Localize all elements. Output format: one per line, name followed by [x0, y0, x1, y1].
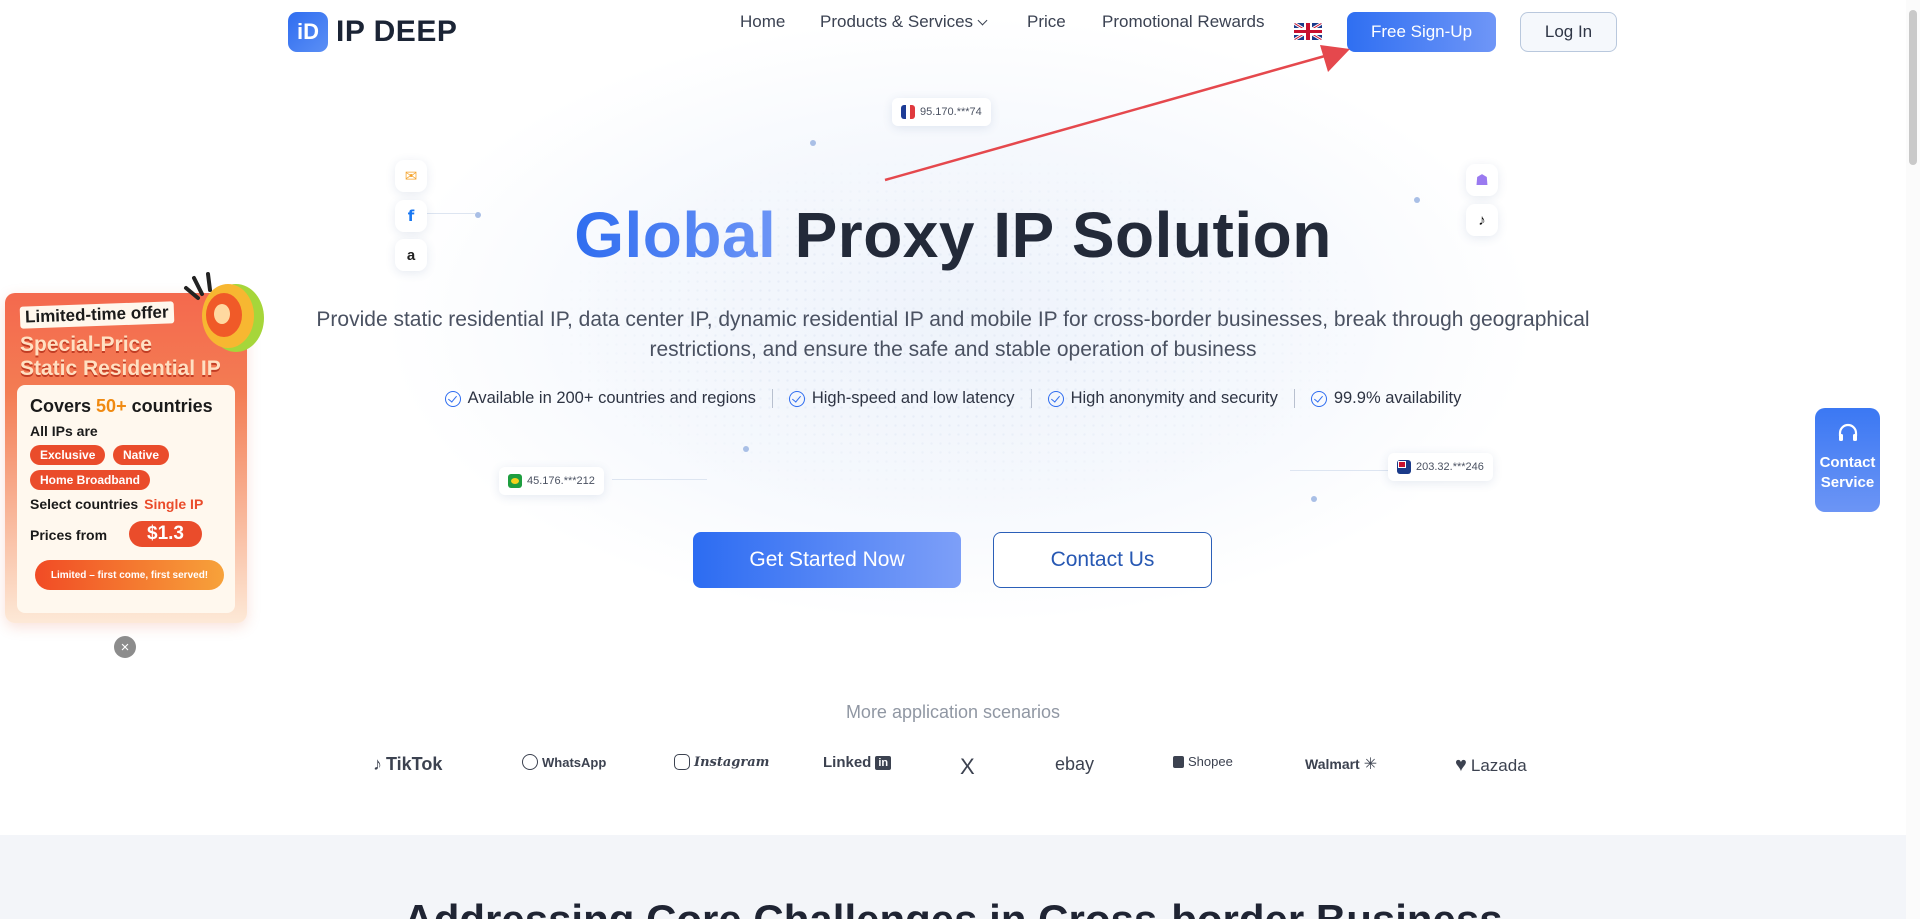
feature-label: High-speed and low latency — [811, 389, 1015, 407]
feature-label: 99.9% availability — [1333, 389, 1462, 407]
whatsapp-logo-icon — [522, 754, 538, 770]
instagram-logo-icon — [674, 754, 690, 770]
brand-tiktok[interactable]: ♪ TikTok — [373, 754, 442, 775]
feature-label: High anonymity and security — [1070, 389, 1278, 407]
headset-icon — [1838, 423, 1858, 441]
contact-us-button[interactable]: Contact Us — [993, 532, 1212, 588]
feature-item: High anonymity and security — [1030, 389, 1294, 408]
check-circle-icon — [444, 390, 461, 407]
chevron-down-icon — [977, 15, 988, 26]
brand-x[interactable]: X — [960, 754, 975, 780]
australia-flag-icon — [1397, 460, 1411, 474]
brand-strip-fade — [288, 745, 328, 785]
megaphone-icon — [184, 272, 264, 352]
promo-covers-prefix: Covers — [30, 396, 97, 416]
brand-label: WhatsApp — [542, 754, 607, 770]
map-dot — [743, 446, 749, 452]
promo-covers-suffix: countries — [126, 396, 213, 416]
login-button[interactable]: Log In — [1520, 12, 1617, 52]
ip-chip-france: 95.170.***74 — [892, 98, 991, 126]
challenges-title: Addressing Core Challenges in Cross-bord… — [0, 896, 1906, 919]
map-dot — [810, 140, 816, 146]
hero-title: Global Proxy IP Solution — [0, 198, 1906, 272]
feature-item: High-speed and low latency — [771, 389, 1031, 408]
linkedin-in-icon: in — [875, 755, 892, 770]
tiktok-logo-icon: ♪ — [373, 754, 382, 774]
promo-tag: Limited-time offer — [19, 301, 174, 329]
scrollbar-thumb[interactable] — [1909, 10, 1917, 165]
contact-service-label: Contact Service — [1815, 453, 1880, 493]
check-circle-icon — [1047, 390, 1064, 407]
promo-price: $1.3 — [129, 521, 202, 547]
hero-title-accent: Global — [574, 199, 777, 271]
feature-item: 99.9% availability — [1293, 389, 1478, 408]
check-circle-icon — [788, 390, 805, 407]
brand-whatsapp[interactable]: WhatsApp — [522, 754, 606, 770]
nav-products-label: Products & Services — [820, 12, 974, 31]
free-signup-button[interactable]: Free Sign-Up — [1347, 12, 1496, 52]
hero-title-rest: Proxy IP Solution — [794, 199, 1332, 271]
lazada-heart-icon: ♥ — [1455, 754, 1467, 776]
feature-list: Available in 200+ countries and regions … — [0, 389, 1906, 408]
contact-service-widget[interactable]: Contact Service — [1815, 408, 1880, 512]
promo-select-prefix: Select countries — [30, 496, 139, 512]
france-flag-icon — [901, 105, 915, 119]
ip-chip-brazil: 45.176.***212 — [499, 467, 604, 495]
promo-card: Covers 50+ countries All IPs are Exclusi… — [17, 385, 235, 613]
brand-label: Walmart — [1305, 756, 1360, 772]
promo-cta-button[interactable]: Limited – first come, first served! — [35, 560, 224, 590]
shopee-bag-icon — [1173, 755, 1184, 768]
nav-price[interactable]: Price — [1027, 12, 1066, 32]
brand-shopee[interactable]: Shopee — [1173, 754, 1233, 769]
brand-lazada[interactable]: ♥ Lazada — [1455, 754, 1527, 777]
brand-label: Instagram — [694, 754, 770, 770]
ip-address: 45.176.***212 — [527, 475, 595, 487]
brand-label: Lazada — [1470, 755, 1527, 775]
promo-all-ips: All IPs are — [30, 423, 98, 439]
feature-item: Available in 200+ countries and regions — [429, 389, 772, 408]
brand-linkedin[interactable]: Linked in — [823, 754, 892, 771]
mail-icon: ✉ — [395, 160, 427, 192]
badge-native: Native — [113, 445, 170, 465]
contact-service-line2: Service — [1820, 474, 1875, 491]
connector-line — [612, 479, 707, 480]
ip-address: 95.170.***74 — [920, 106, 982, 118]
connector-line — [1290, 470, 1390, 471]
ip-address: 203.32.***246 — [1416, 461, 1484, 473]
contact-service-line1: Contact — [1819, 454, 1876, 471]
brand-label: Shopee — [1188, 754, 1233, 769]
uk-flag-icon[interactable] — [1294, 23, 1322, 40]
logo-text: IP DEEP — [336, 15, 458, 48]
ip-chip-australia: 203.32.***246 — [1388, 453, 1493, 481]
promo-select-highlight: Single IP — [144, 496, 204, 512]
promo-prices-from: Prices from — [30, 527, 108, 543]
page-scrollbar[interactable] — [1906, 0, 1920, 919]
promo-covers-highlight: 50+ — [96, 396, 127, 416]
promo-covers: Covers 50+ countries — [30, 396, 213, 417]
walmart-spark-icon: ✳ — [1363, 756, 1378, 773]
brand-instagram[interactable]: Instagram — [674, 754, 769, 770]
promo-select: Select countries Single IP — [30, 496, 203, 512]
logo-icon: iD — [288, 12, 328, 52]
badge-home-broadband: Home Broadband — [30, 470, 151, 490]
close-promo-button[interactable]: × — [114, 636, 136, 658]
nav-home[interactable]: Home — [740, 12, 785, 32]
brand-ebay[interactable]: ebay — [1055, 754, 1094, 775]
brand-label: Linked — [823, 754, 872, 771]
nav-promotional-rewards[interactable]: Promotional Rewards — [1102, 12, 1265, 32]
brand-strip: ♪ TikTok WhatsApp Instagram Linked in X eb… — [295, 748, 1615, 782]
brand-label: TikTok — [386, 754, 443, 774]
logo[interactable]: iD IP DEEP — [288, 12, 457, 52]
check-circle-icon — [1310, 390, 1327, 407]
badge-exclusive: Exclusive — [30, 445, 106, 465]
android-icon: ☗ — [1466, 164, 1498, 196]
scenarios-title: More application scenarios — [845, 702, 1061, 722]
hero-subtitle: Provide static residential IP, data cent… — [316, 308, 1590, 361]
brand-walmart[interactable]: Walmart ✳ — [1305, 754, 1377, 774]
nav-products-services[interactable]: Products & Services — [820, 12, 988, 32]
brazil-flag-icon — [508, 474, 522, 488]
map-dot — [1311, 496, 1317, 502]
get-started-button[interactable]: Get Started Now — [693, 532, 961, 588]
feature-label: Available in 200+ countries and regions — [467, 389, 756, 407]
